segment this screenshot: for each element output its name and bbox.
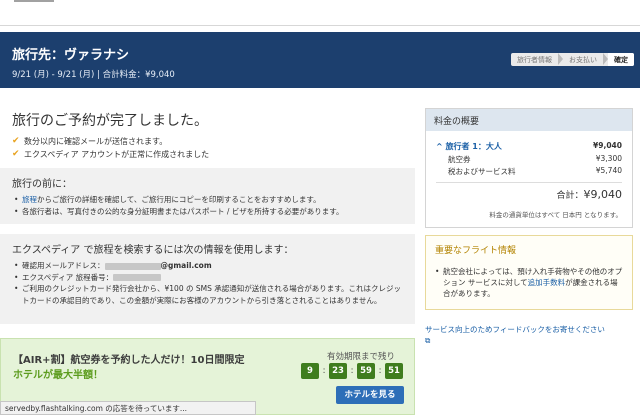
currency-note: 料金の通貨単位はすべて 日本円 となります。 (489, 211, 622, 219)
timer-seconds: 51 (385, 363, 403, 379)
timer-separator: : (322, 366, 326, 376)
check-line-email: ✔ 数分以内に確認メールが送信されます。 (12, 135, 403, 148)
before-trip-card: 旅行の前に： 旅程からご旅行の詳細を確認して、ご旅行用にコピーを印刷することをお… (0, 168, 415, 224)
list-item: 旅程からご旅行の詳細を確認して、ご旅行用にコピーを印刷することをおすすめします。 (12, 194, 403, 206)
search-info-title: エクスペディア で旅程を検索するには次の情報を使用します： (12, 245, 294, 256)
extra-fee-link[interactable]: 追加手数料 (528, 278, 566, 287)
fare-label: 航空券 (448, 155, 471, 164)
booking-complete: 旅行のご予約が完了しました。 ✔ 数分以内に確認メールが送信されます。 ✔ エクスペ… (0, 100, 415, 167)
trip-banner: 旅行先：ヴァラナシ 9/21 (月) - 9/21 (月) | 合計料金：¥9,… (0, 32, 640, 88)
masked-itinerary-number (113, 274, 162, 281)
list-item-text: からご旅行の詳細を確認して、ご旅行用にコピーを印刷することをおすすめします。 (37, 195, 321, 204)
total-label: 合計： (556, 191, 584, 201)
promo-title: 【AIR+割】航空券を予約した人だけ！10日間限定 (13, 355, 245, 366)
email-suffix: @gmail.com (160, 261, 212, 270)
collapse-icon: ^ (436, 142, 446, 151)
traveler-toggle[interactable]: ^ 旅行者 1：大人 (436, 141, 502, 152)
itinerary-label: エクスペディア 旅程番号： (22, 272, 114, 282)
fare-value: ¥3,300 (595, 154, 622, 163)
promo-subtitle: ホテルが最大半額！ (13, 370, 103, 381)
see-hotels-button[interactable]: ホテルを見る (336, 386, 404, 404)
traveler-label: 旅行者 1：大人 (445, 142, 502, 151)
list-item: エクスペディア 旅程番号： (12, 272, 403, 284)
timer-separator: : (350, 366, 354, 376)
step-traveler-info: 旅行者情報 (517, 56, 552, 64)
itinerary-link[interactable]: 旅程 (22, 195, 37, 204)
list-item: 各旅行者は、写真付きの公的な身分証明書またはパスポート / ビザを所持する必要が… (12, 206, 403, 218)
logo-fragment (14, 0, 54, 2)
browser-status-bar: servedby.flashtalking.com の応答を待っています... (0, 401, 256, 415)
external-link-icon: ⧉ (425, 336, 431, 345)
total-price: 合計：¥9,040 (556, 188, 622, 201)
timer-hours: 23 (329, 363, 347, 379)
destination-title: 旅行先：ヴァラナシ (12, 48, 130, 63)
step-payment: お支払い (569, 56, 597, 64)
check-icon: ✔ (12, 149, 20, 159)
list-item: ご利用のクレジットカード発行会社から、¥100 の SMS 承認通知が送信される… (12, 283, 403, 306)
divider (436, 182, 622, 183)
masked-email (104, 262, 161, 270)
top-bar (0, 0, 640, 26)
tax-label: 税およびサービス料 (448, 167, 516, 176)
step-confirm: 確定 (608, 53, 634, 66)
trip-dates-total: 9/21 (月) - 9/21 (月) | 合計料金：¥9,040 (12, 70, 175, 80)
search-info-card: エクスペディア で旅程を検索するには次の情報を使用します： 確認用メールアドレス… (0, 234, 415, 324)
page-title: 旅行のご予約が完了しました。 (12, 113, 208, 129)
deadline-label: 有効期限まで残り (327, 352, 396, 362)
check-text: エクスペディア アカウントが正常に作成されました (24, 150, 210, 159)
timer-minutes: 59 (357, 363, 375, 379)
check-line-account: ✔ エクスペディア アカウントが正常に作成されました (12, 148, 403, 161)
timer-separator: : (378, 366, 382, 376)
main-column: 旅行のご予約が完了しました。 ✔ 数分以内に確認メールが送信されます。 ✔ エクスペ… (0, 100, 415, 167)
price-summary-title: 料金の概要 (426, 109, 632, 131)
check-text: 数分以内に確認メールが送信されます。 (24, 137, 168, 146)
total-value: ¥9,040 (583, 188, 623, 201)
traveler-price: ¥9,040 (593, 141, 622, 150)
list-item: 確認用メールアドレス：@gmail.com (12, 260, 403, 272)
countdown-timer: 9 : 23 : 59 : 51 (301, 363, 403, 379)
flight-info-title: 重要なフライト情報 (435, 246, 517, 256)
feedback-text: サービス向上のためフィードバックをお寄せください (425, 325, 605, 334)
tax-value: ¥5,740 (595, 166, 622, 175)
before-trip-title: 旅行の前に： (12, 179, 72, 190)
progress-steps: 旅行者情報 お支払い 確定 (511, 53, 634, 66)
price-summary-panel: 料金の概要 ^ 旅行者 1：大人 ¥9,040 航空券 ¥3,300 税およびサ… (425, 108, 633, 228)
flight-info-panel: 重要なフライト情報 航空会社によっては、預け入れ手荷物やその他のオプション サー… (425, 235, 633, 310)
flight-info-text: 航空会社によっては、預け入れ手荷物やその他のオプション サービスに対して追加手数… (435, 266, 623, 299)
check-icon: ✔ (12, 136, 20, 146)
email-label: 確認用メールアドレス (22, 261, 97, 270)
feedback-link[interactable]: サービス向上のためフィードバックをお寄せください ⧉ (425, 324, 635, 346)
timer-days: 9 (301, 363, 319, 379)
